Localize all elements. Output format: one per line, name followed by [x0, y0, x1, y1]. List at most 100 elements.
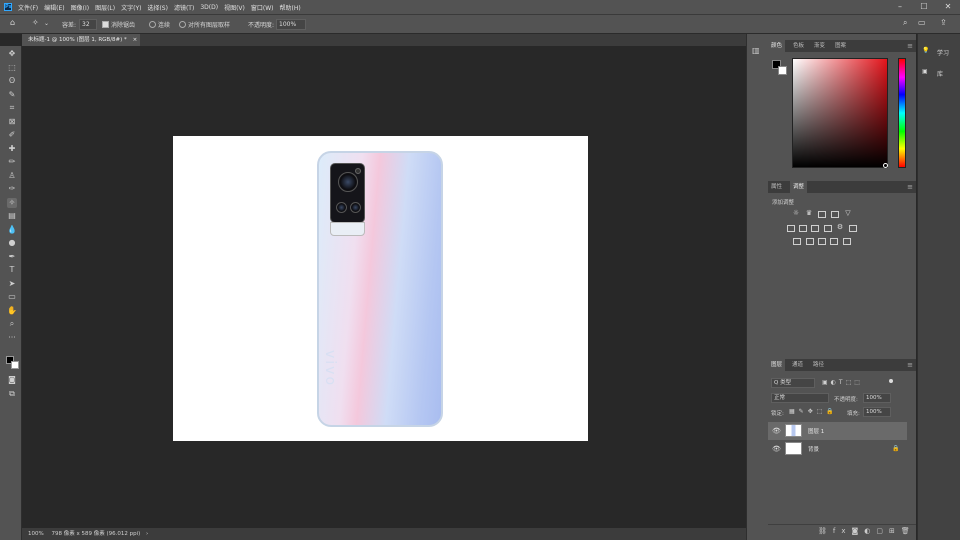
menu-type[interactable]: 文字(Y)	[121, 3, 141, 12]
brush-tool-icon[interactable]: ✏	[7, 157, 17, 167]
sample-all-checkbox[interactable]	[179, 21, 186, 28]
minimize-icon[interactable]: –	[888, 0, 912, 14]
tab-gradients[interactable]: 渐变	[811, 40, 828, 52]
frame-tool-icon[interactable]: ⊠	[7, 117, 17, 127]
magic-wand-preset-icon[interactable]: ✧	[32, 18, 39, 27]
search-icon[interactable]: ⌕	[903, 18, 907, 28]
menu-view[interactable]: 视图(V)	[224, 3, 245, 12]
blur-tool-icon[interactable]: 💧	[7, 225, 17, 235]
menu-file[interactable]: 文件(F)	[18, 3, 38, 12]
healing-brush-tool-icon[interactable]: ✚	[7, 144, 17, 154]
tab-swatches[interactable]: 色板	[790, 40, 807, 52]
tab-properties[interactable]: 属性	[768, 181, 785, 193]
menu-3d[interactable]: 3D(D)	[200, 4, 218, 11]
lock-icons[interactable]: ▦✎✥⬚🔒	[789, 408, 838, 415]
quick-select-tool-icon[interactable]: ✎	[7, 90, 17, 100]
chevron-down-icon[interactable]: ⌄	[44, 20, 49, 27]
tab-paths[interactable]: 路径	[810, 359, 827, 371]
visibility-eye-icon[interactable]: 👁	[772, 445, 781, 453]
menu-window[interactable]: 窗口(W)	[251, 3, 274, 12]
learn-label[interactable]: 学习	[937, 48, 949, 57]
path-select-tool-icon[interactable]: ➤	[7, 279, 17, 289]
opacity-input[interactable]: 100%	[276, 19, 306, 30]
gradient-map-icon[interactable]	[830, 238, 838, 245]
tab-color[interactable]: 颜色	[768, 40, 786, 52]
lock-icon[interactable]: 🔒	[892, 445, 899, 452]
tab-patterns[interactable]: 图案	[832, 40, 849, 52]
menu-layer[interactable]: 图层(L)	[95, 3, 115, 12]
fill-input[interactable]: 100%	[863, 407, 891, 417]
type-tool-icon[interactable]: T	[7, 265, 17, 275]
history-brush-tool-icon[interactable]: ✑	[7, 184, 17, 194]
zoom-tool-icon[interactable]: ⌕	[7, 319, 17, 329]
brightness-icon[interactable]: ☼	[792, 210, 800, 218]
color-balance-icon[interactable]	[799, 225, 807, 232]
levels-icon[interactable]: ♛	[805, 210, 813, 218]
exposure-icon[interactable]	[831, 211, 839, 218]
crop-tool-icon[interactable]: ⌗	[7, 103, 17, 113]
tolerance-input[interactable]: 32	[79, 19, 97, 30]
zoom-level[interactable]: 100%	[28, 531, 44, 537]
home-icon[interactable]: ⌂	[10, 18, 15, 27]
clone-stamp-tool-icon[interactable]: ♙	[7, 171, 17, 181]
pen-tool-icon[interactable]: ✒	[7, 252, 17, 262]
gradient-tool-icon[interactable]: ▤	[7, 211, 17, 221]
library-icon[interactable]: ▣	[922, 68, 928, 75]
maximize-icon[interactable]: ☐	[912, 0, 936, 14]
vibrance-icon[interactable]: ▽	[844, 210, 852, 218]
move-tool-icon[interactable]: ✥	[7, 49, 17, 59]
antialias-checkbox[interactable]	[102, 21, 109, 28]
layer-filter-icons[interactable]: ▣◐T⬚⬚	[822, 379, 863, 386]
layer-actions-icons[interactable]: ⛓fx◙◐▢⊞🗑	[818, 527, 916, 535]
menu-help[interactable]: 帮助(H)	[280, 3, 301, 12]
color-lookup-icon[interactable]	[849, 225, 857, 232]
history-icon[interactable]: ▥	[752, 46, 760, 55]
layer-name[interactable]: 背景	[808, 445, 819, 453]
learn-icon[interactable]: 💡	[922, 47, 929, 54]
eyedropper-tool-icon[interactable]: ✐	[7, 130, 17, 140]
library-label[interactable]: 库	[937, 69, 943, 78]
tab-adjustments[interactable]: 调整	[790, 181, 808, 193]
color-picker-field[interactable]	[792, 58, 888, 168]
workspace-icon[interactable]: ▭	[918, 18, 926, 27]
posterize-icon[interactable]	[806, 238, 814, 245]
background-color-swatch[interactable]	[11, 361, 19, 369]
channel-mixer-icon[interactable]: ⚙	[836, 224, 844, 232]
invert-icon[interactable]	[793, 238, 801, 245]
more-tools-icon[interactable]: ···	[7, 333, 17, 343]
black-white-icon[interactable]	[811, 225, 819, 232]
color-picker-cursor[interactable]	[883, 163, 888, 168]
status-menu-icon[interactable]: ›	[146, 531, 148, 537]
contiguous-checkbox[interactable]	[149, 21, 156, 28]
marquee-tool-icon[interactable]: ⬚	[7, 63, 17, 73]
panel-menu-icon[interactable]: ≡	[907, 181, 913, 193]
background-swatch[interactable]	[778, 66, 787, 75]
close-window-icon[interactable]: ✕	[936, 0, 960, 14]
menu-filter[interactable]: 滤镜(T)	[174, 3, 194, 12]
curves-icon[interactable]	[818, 211, 826, 218]
rectangle-tool-icon[interactable]: ▭	[7, 292, 17, 302]
layer-filter-select[interactable]: Q 类型	[771, 378, 815, 388]
layer-name[interactable]: 图层 1	[808, 427, 824, 435]
panel-menu-icon[interactable]: ≡	[907, 40, 913, 52]
threshold-icon[interactable]	[818, 238, 826, 245]
selective-color-icon[interactable]	[843, 238, 851, 245]
hand-tool-icon[interactable]: ✋	[7, 306, 17, 316]
tab-close-icon[interactable]: ×	[133, 37, 138, 43]
visibility-eye-icon[interactable]: 👁	[772, 427, 781, 435]
panel-menu-icon[interactable]: ≡	[907, 359, 913, 371]
tab-channels[interactable]: 通道	[789, 359, 806, 371]
lasso-tool-icon[interactable]: ʘ	[7, 76, 17, 86]
filter-toggle-icon[interactable]	[889, 379, 893, 383]
share-icon[interactable]: ⇪	[940, 18, 947, 27]
quick-mask-icon[interactable]: ◙	[7, 375, 17, 385]
dodge-tool-icon[interactable]: ●	[7, 238, 17, 248]
menu-image[interactable]: 图像(I)	[71, 3, 89, 12]
layer-opacity-input[interactable]: 100%	[863, 393, 891, 403]
layer-row[interactable]: 👁 背景 🔒	[768, 440, 907, 458]
menu-select[interactable]: 选择(S)	[147, 3, 168, 12]
hue-saturation-icon[interactable]	[787, 225, 795, 232]
magic-eraser-tool-icon[interactable]: ✧	[7, 198, 17, 208]
menu-edit[interactable]: 编辑(E)	[44, 3, 64, 12]
photo-filter-icon[interactable]	[824, 225, 832, 232]
